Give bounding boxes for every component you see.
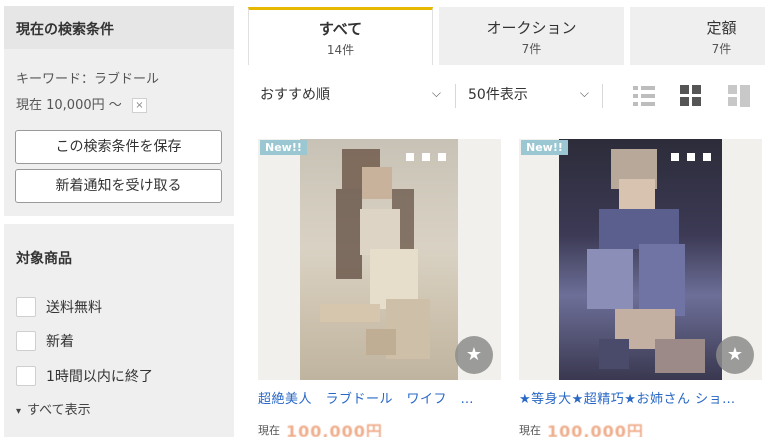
tab-label: すべて [318, 20, 363, 38]
grid-view-icon[interactable] [680, 85, 702, 107]
price-condition: 現在 10,000円 〜 × [16, 94, 147, 113]
keyword-condition: キーワード：ラブドール [16, 72, 160, 87]
chevron-down-icon: ⌵ [579, 86, 589, 100]
product-photo [300, 139, 458, 380]
list-view-icon[interactable] [633, 85, 655, 107]
show-all-link[interactable]: ▾ すべて表示 [16, 399, 91, 418]
price-label: 現在 [519, 424, 541, 437]
sidebar: 現在の検索条件 キーワード：ラブドール 現在 10,000円 〜 × この検索条… [4, 0, 234, 437]
new-badge: New!! [521, 140, 568, 155]
filter-ending-within-hour[interactable]: 1時間以内に終了 [16, 365, 153, 387]
tab-label: 定額 [706, 19, 737, 37]
per-page-selected-label: 50件表示 [468, 87, 528, 103]
tab-all[interactable]: すべて 14件 [248, 7, 433, 65]
tab-count: 7件 [521, 42, 542, 56]
checkbox-label: 新着 [46, 334, 74, 350]
product-title-link[interactable]: ★等身大★超精巧★お姉さん ショ… [519, 388, 762, 407]
price-row: 現在 100,000円 [258, 418, 383, 437]
current-search-conditions-panel: 現在の検索条件 キーワード：ラブドール 現在 10,000円 〜 × この検索条… [4, 6, 234, 216]
filter-heading: 対象商品 [16, 251, 72, 267]
product-card[interactable]: New!! ★ ★等身大★超精巧★お姉さん ショ… 現在 100,000円 [519, 139, 762, 437]
checkbox[interactable] [16, 366, 36, 386]
divider [602, 84, 603, 108]
save-search-button[interactable]: この検索条件を保存 [15, 130, 222, 164]
product-thumbnail[interactable]: New!! ★ [519, 139, 762, 380]
price-value: 100,000円 [547, 422, 644, 437]
large-view-icon[interactable] [728, 85, 750, 107]
tab-count: 14件 [326, 43, 355, 57]
chevron-down-icon: ▾ [16, 406, 22, 417]
price-row: 現在 100,000円 [519, 418, 644, 437]
checkbox[interactable] [16, 331, 36, 351]
per-page-select[interactable]: 50件表示 ⌵ [468, 84, 593, 108]
checkbox-label: 送料無料 [46, 300, 102, 316]
divider [455, 84, 456, 108]
tab-fixed-price[interactable]: 定額 7件 [630, 7, 765, 65]
panel-heading: 現在の検索条件 [4, 6, 234, 49]
new-badge: New!! [260, 140, 307, 155]
star-icon[interactable]: ★ [716, 336, 754, 374]
filter-free-shipping[interactable]: 送料無料 [16, 296, 102, 318]
product-card[interactable]: New!! ★ 超絶美人 ラブドール ワイフ … 現在 100,000円 [258, 139, 501, 437]
chevron-down-icon: ⌵ [431, 86, 441, 100]
checkbox[interactable] [16, 297, 36, 317]
filter-new-arrival[interactable]: 新着 [16, 330, 74, 352]
tab-count: 7件 [711, 42, 732, 56]
star-icon[interactable]: ★ [455, 336, 493, 374]
clear-condition-button[interactable]: × [131, 98, 147, 113]
sort-select[interactable]: おすすめ順 ⌵ [260, 84, 445, 108]
new-arrival-notify-button[interactable]: 新着通知を受け取る [15, 169, 222, 203]
product-title-link[interactable]: 超絶美人 ラブドール ワイフ … [258, 388, 501, 407]
price-condition-text: 現在 10,000円 〜 [16, 98, 122, 113]
price-label: 現在 [258, 424, 280, 437]
product-thumbnail[interactable]: New!! ★ [258, 139, 501, 380]
checkbox-label: 1時間以内に終了 [46, 369, 153, 385]
tab-label: オークション [486, 19, 577, 37]
sort-selected-label: おすすめ順 [260, 87, 330, 103]
price-value: 100,000円 [286, 422, 383, 437]
tab-auction[interactable]: オークション 7件 [439, 7, 624, 65]
target-items-filter-panel: 対象商品 送料無料 新着 1時間以内に終了 ▾ すべて表示 [4, 224, 234, 437]
show-all-label: すべて表示 [27, 403, 91, 418]
product-photo [559, 139, 722, 380]
